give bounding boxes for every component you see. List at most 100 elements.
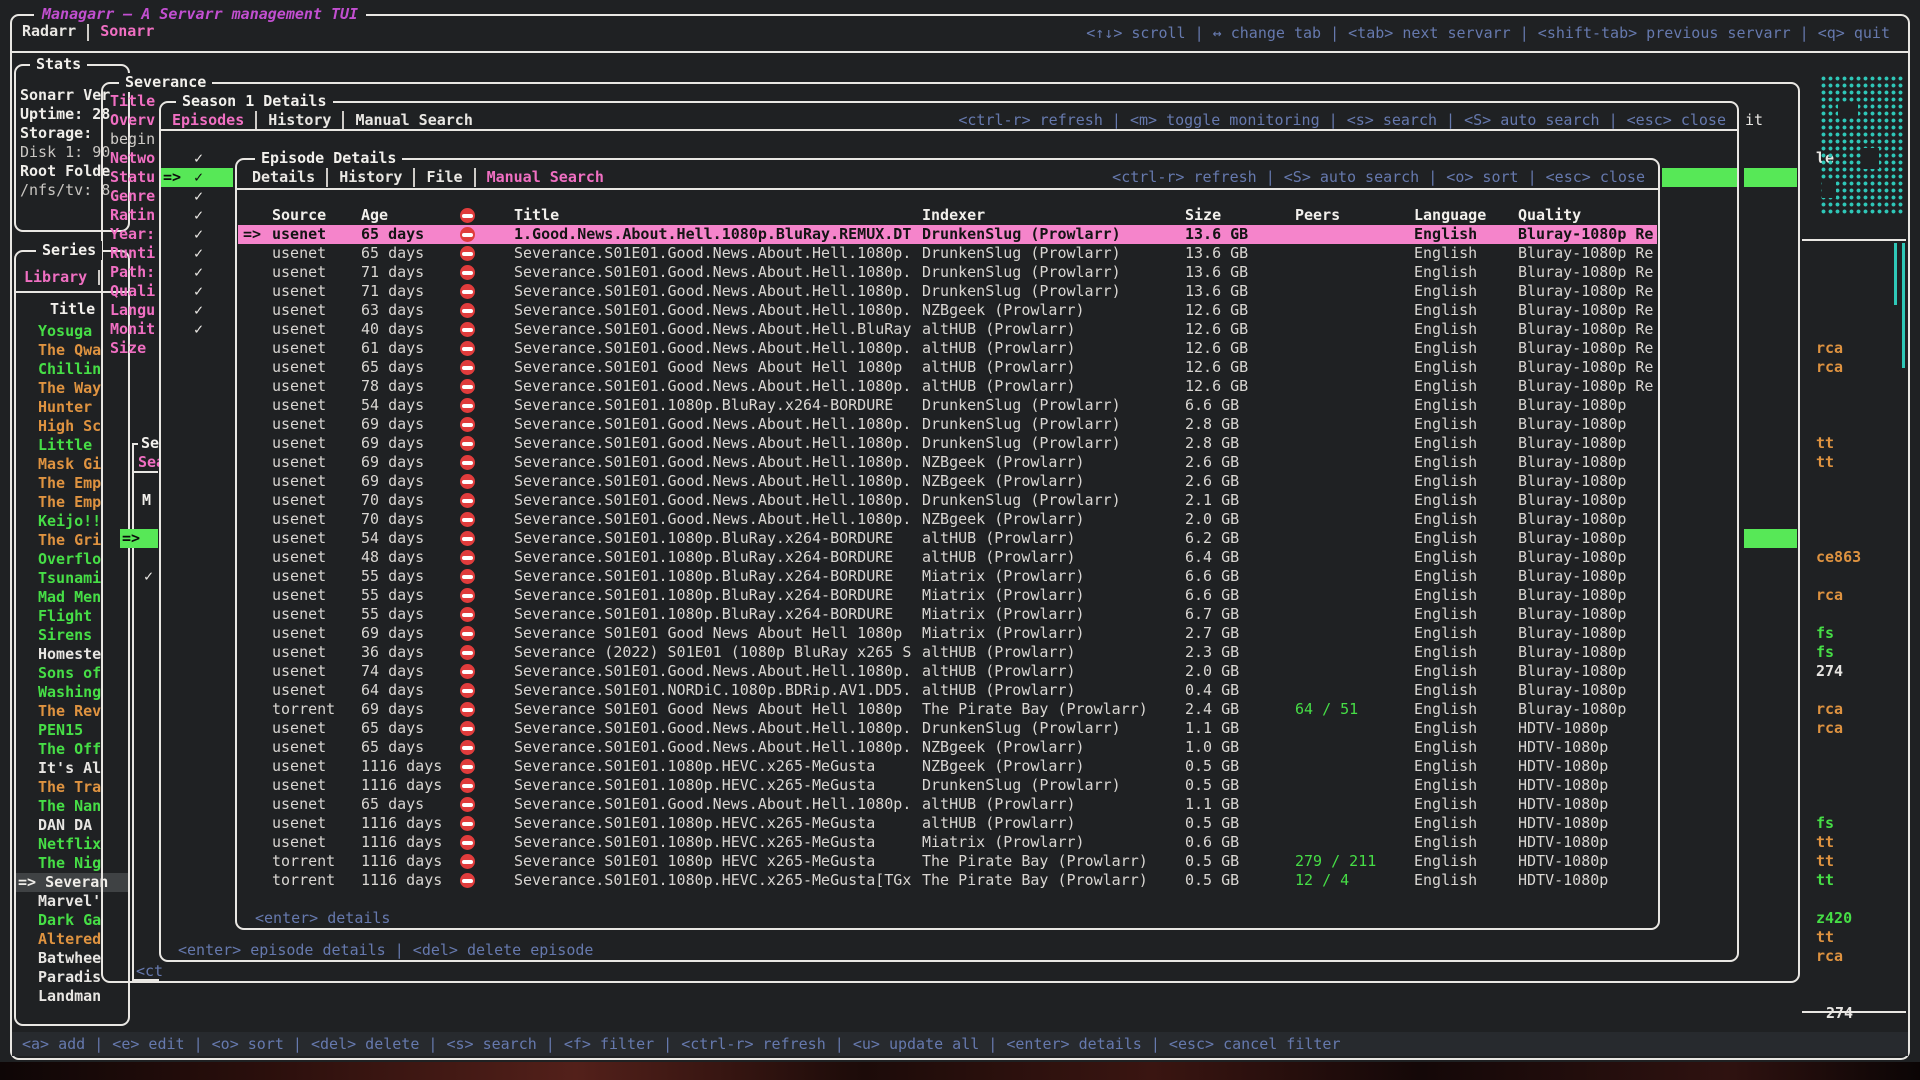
release-table-row[interactable]: usenet 70 days Severance.S01E01.Good.New…: [238, 491, 1657, 510]
season-tab[interactable]: Manual Search: [342, 111, 472, 130]
release-table-row[interactable]: usenet 65 days Severance.S01E01 Good New…: [238, 358, 1657, 377]
release-table-row[interactable]: usenet 63 days Severance.S01E01.Good.New…: [238, 301, 1657, 320]
managarr-app: Managarr – A Servarr management TUI Rada…: [0, 0, 1920, 1080]
column-header-language[interactable]: Language: [1414, 206, 1486, 225]
cell-quality: Bluray-1080p Re: [1518, 358, 1656, 377]
release-table-row[interactable]: usenet 1116 days Severance.S01E01.1080p.…: [238, 814, 1657, 833]
episode-tab[interactable]: File: [413, 168, 462, 187]
release-table-row[interactable]: usenet 64 days Severance.S01E01.NORDiC.1…: [238, 681, 1657, 700]
release-table-row[interactable]: usenet 65 days Severance.S01E01.Good.New…: [238, 738, 1657, 757]
cell-quality: Bluray-1080p: [1518, 529, 1656, 548]
release-table-row[interactable]: usenet 71 days Severance.S01E01.Good.New…: [238, 263, 1657, 282]
cell-indexer: DrunkenSlug (Prowlarr): [922, 415, 1182, 434]
cell-title: Severance.S01E01.Good.News.About.Hell.10…: [514, 795, 920, 814]
cell-quality: HDTV-1080p: [1518, 757, 1656, 776]
tab-library[interactable]: Library: [24, 268, 87, 287]
column-header-title[interactable]: Title: [514, 206, 559, 225]
monitored-icon: ✓: [194, 187, 211, 206]
release-table-row[interactable]: usenet 40 days Severance.S01E01.Good.New…: [238, 320, 1657, 339]
cell-size: 6.6 GB: [1185, 396, 1275, 415]
column-header-quality[interactable]: Quality: [1518, 206, 1581, 225]
season-tab[interactable]: History: [255, 111, 331, 130]
release-table-row[interactable]: torrent 1116 days Severance.S01E01.1080p…: [238, 871, 1657, 890]
release-table-row[interactable]: usenet 55 days Severance.S01E01.1080p.Bl…: [238, 605, 1657, 624]
rejected-icon: [460, 227, 475, 242]
servarr-tab[interactable]: Sonarr: [87, 22, 154, 41]
tab-divider: [98, 270, 100, 285]
bottom-keybinds: <a> add | <e> edit | <o> sort | <del> de…: [22, 1032, 1341, 1056]
cell-size: 0.5 GB: [1185, 776, 1275, 795]
column-header-age[interactable]: Age: [361, 206, 388, 225]
cell-title: Severance.S01E01.Good.News.About.Hell.10…: [514, 434, 920, 453]
release-table-row[interactable]: usenet 69 days Severance.S01E01.Good.New…: [238, 472, 1657, 491]
release-table-row[interactable]: usenet 69 days Severance S01E01 Good New…: [238, 624, 1657, 643]
cell-indexer: Miatrix (Prowlarr): [922, 567, 1182, 586]
release-table-row[interactable]: usenet 48 days Severance.S01E01.1080p.Bl…: [238, 548, 1657, 567]
column-header-peers[interactable]: Peers: [1295, 206, 1340, 225]
cell-quality: Bluray-1080p: [1518, 472, 1656, 491]
release-table-row[interactable]: usenet 54 days Severance.S01E01.1080p.Bl…: [238, 529, 1657, 548]
cell-language: English: [1414, 529, 1514, 548]
release-table-row[interactable]: usenet 69 days Severance.S01E01.Good.New…: [238, 453, 1657, 472]
episode-tab[interactable]: Manual Search: [474, 168, 604, 187]
release-table-row[interactable]: usenet 65 days Severance.S01E01.Good.New…: [238, 795, 1657, 814]
release-table-row[interactable]: torrent 69 days Severance S01E01 Good Ne…: [238, 700, 1657, 719]
cell-source: usenet: [272, 605, 357, 624]
release-table-row[interactable]: usenet 71 days Severance.S01E01.Good.New…: [238, 282, 1657, 301]
cell-size: 0.6 GB: [1185, 833, 1275, 852]
cell-age: 1116 days: [361, 871, 456, 890]
series-library-tab-row: Library: [24, 268, 100, 287]
release-table-row[interactable]: usenet 36 days Severance (2022) S01E01 (…: [238, 643, 1657, 662]
release-table-row[interactable]: => usenet 65 days 1.Good.News.About.Hell…: [238, 225, 1657, 244]
cell-size: 6.6 GB: [1185, 567, 1275, 586]
release-table-row[interactable]: usenet 70 days Severance.S01E01.Good.New…: [238, 510, 1657, 529]
season-details-title: Season 1 Details: [176, 92, 333, 111]
rejected-icon: [460, 322, 475, 337]
cell-language: English: [1414, 548, 1514, 567]
cell-language: English: [1414, 757, 1514, 776]
cell-indexer: NZBgeek (Prowlarr): [922, 301, 1182, 320]
cell-quality: Bluray-1080p: [1518, 434, 1656, 453]
release-table-row[interactable]: usenet 61 days Severance.S01E01.Good.New…: [238, 339, 1657, 358]
release-table-row[interactable]: usenet 1116 days Severance.S01E01.1080p.…: [238, 833, 1657, 852]
cell-title: Severance.S01E01.1080p.BluRay.x264-BORDU…: [514, 548, 920, 567]
release-table-row[interactable]: usenet 78 days Severance.S01E01.Good.New…: [238, 377, 1657, 396]
series-list-item[interactable]: Landman: [38, 987, 126, 1006]
release-table-row[interactable]: torrent 1116 days Severance S01E01 1080p…: [238, 852, 1657, 871]
cell-source: usenet: [272, 225, 357, 244]
cell-title: Severance.S01E01.Good.News.About.Hell.Bl…: [514, 320, 920, 339]
series-panel-title: Series: [36, 241, 102, 260]
cell-quality: Bluray-1080p: [1518, 662, 1656, 681]
cell-quality: Bluray-1080p: [1518, 605, 1656, 624]
release-table-row[interactable]: usenet 55 days Severance.S01E01.1080p.Bl…: [238, 567, 1657, 586]
cell-language: English: [1414, 301, 1514, 320]
release-table-row[interactable]: usenet 69 days Severance.S01E01.Good.New…: [238, 434, 1657, 453]
release-table-row[interactable]: usenet 65 days Severance.S01E01.Good.New…: [238, 719, 1657, 738]
release-table-row[interactable]: usenet 1116 days Severance.S01E01.1080p.…: [238, 757, 1657, 776]
release-table-row[interactable]: usenet 1116 days Severance.S01E01.1080p.…: [238, 776, 1657, 795]
cell-title: Severance S01E01 Good News About Hell 10…: [514, 624, 920, 643]
cell-quality: Bluray-1080p: [1518, 548, 1656, 567]
column-header-size[interactable]: Size: [1185, 206, 1221, 225]
cell-source: usenet: [272, 453, 357, 472]
cell-age: 65 days: [361, 795, 456, 814]
cell-quality: Bluray-1080p: [1518, 453, 1656, 472]
release-table-row[interactable]: usenet 55 days Severance.S01E01.1080p.Bl…: [238, 586, 1657, 605]
episode-keybinds: <ctrl-r> refresh | <S> auto search | <o>…: [1112, 168, 1645, 187]
release-table-row[interactable]: usenet 69 days Severance.S01E01.Good.New…: [238, 415, 1657, 434]
column-header-indexer[interactable]: Indexer: [922, 206, 985, 225]
release-table-row[interactable]: usenet 54 days Severance.S01E01.1080p.Bl…: [238, 396, 1657, 415]
cell-size: 12.6 GB: [1185, 358, 1275, 377]
episode-tab[interactable]: Details: [252, 168, 315, 187]
episode-tab[interactable]: History: [326, 168, 402, 187]
release-table-row[interactable]: usenet 65 days Severance.S01E01.Good.New…: [238, 244, 1657, 263]
season-tab[interactable]: Episodes: [172, 111, 244, 130]
rejected-icon: [460, 303, 475, 318]
cell-age: 65 days: [361, 244, 456, 263]
cell-source: usenet: [272, 301, 357, 320]
servarr-tab[interactable]: Radarr: [22, 22, 76, 41]
monitored-icon: ✓: [194, 282, 211, 301]
cell-indexer: altHUB (Prowlarr): [922, 814, 1182, 833]
release-table-row[interactable]: usenet 74 days Severance.S01E01.Good.New…: [238, 662, 1657, 681]
column-header-source[interactable]: Source: [272, 206, 326, 225]
